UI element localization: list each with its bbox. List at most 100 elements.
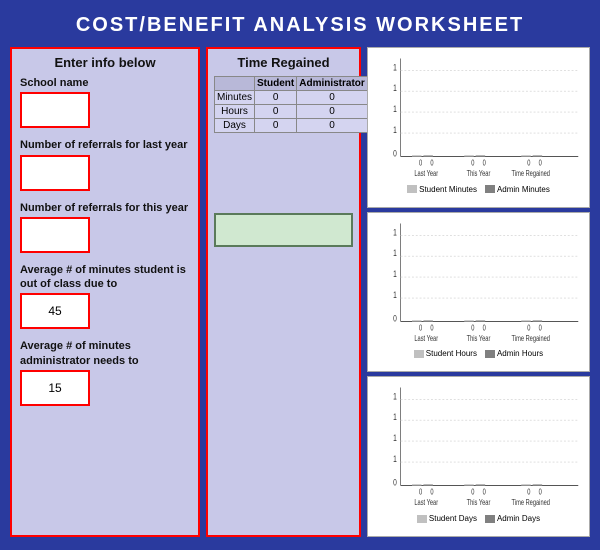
col-student: Student: [255, 77, 297, 91]
legend-student-minutes-label: Student Minutes: [419, 185, 477, 194]
legend-admin-hours: Admin Hours: [485, 349, 543, 358]
svg-text:Time Regained: Time Regained: [512, 335, 551, 343]
svg-text:0: 0: [471, 489, 474, 497]
svg-text:0: 0: [430, 489, 433, 497]
svg-text:0: 0: [430, 325, 433, 333]
legend-admin-minutes: Admin Minutes: [485, 185, 550, 194]
svg-text:0: 0: [483, 160, 486, 168]
avg-minutes-admin-label: Average # of minutes administrator needs…: [20, 339, 190, 368]
legend-student-minutes: Student Minutes: [407, 185, 477, 194]
svg-text:1: 1: [393, 392, 397, 402]
svg-text:Time Regained: Time Regained: [512, 500, 551, 508]
main-container: Enter info below School name Number of r…: [10, 47, 590, 537]
svg-text:Time Regained: Time Regained: [512, 170, 551, 178]
svg-text:1: 1: [393, 269, 397, 279]
referrals-this-label: Number of referrals for this year: [20, 201, 190, 215]
middle-panel: Time Regained Student Administrator Minu…: [206, 47, 361, 537]
svg-text:1: 1: [393, 290, 397, 300]
table-row: Hours 0 0: [215, 105, 368, 119]
svg-text:0: 0: [393, 478, 397, 488]
legend-student-days: Student Days: [417, 514, 477, 523]
svg-text:0: 0: [527, 489, 530, 497]
school-name-row: School name: [20, 76, 190, 128]
time-table: Student Administrator Minutes 0 0 Hours …: [214, 76, 368, 133]
referrals-last-input[interactable]: [20, 155, 90, 191]
referrals-this-input[interactable]: [20, 217, 90, 253]
minutes-chart-box: 1 1 1 1 0: [367, 47, 590, 208]
col-blank: [215, 77, 255, 91]
svg-text:0: 0: [471, 160, 474, 168]
svg-text:1: 1: [393, 125, 397, 135]
svg-text:1: 1: [393, 104, 397, 114]
table-row: Minutes 0 0: [215, 91, 368, 105]
svg-text:1: 1: [393, 454, 397, 464]
legend-admin-hours-label: Admin Hours: [497, 349, 543, 358]
referrals-this-row: Number of referrals for this year: [20, 201, 190, 253]
row-minutes-label: Minutes: [215, 91, 255, 105]
legend-admin-days: Admin Days: [485, 514, 540, 523]
middle-panel-title: Time Regained: [214, 55, 353, 70]
svg-text:1: 1: [393, 433, 397, 443]
svg-text:Last Year: Last Year: [414, 170, 438, 178]
legend-student-days-box: [417, 515, 427, 523]
svg-text:0: 0: [471, 325, 474, 333]
referrals-last-label: Number of referrals for last year: [20, 138, 190, 152]
col-admin: Administrator: [297, 77, 368, 91]
svg-text:0: 0: [419, 325, 422, 333]
school-name-input[interactable]: [20, 92, 90, 128]
svg-text:0: 0: [419, 489, 422, 497]
middle-highlight-input[interactable]: [214, 213, 353, 247]
days-chart-box: 1 1 1 1 0 0 0 0: [367, 376, 590, 537]
table-row: Days 0 0: [215, 119, 368, 133]
legend-admin-days-label: Admin Days: [497, 514, 540, 523]
row-hours-student: 0: [255, 105, 297, 119]
svg-text:0: 0: [527, 325, 530, 333]
hours-chart-box: 1 1 1 1 0 0 0 0: [367, 212, 590, 373]
avg-minutes-student-row: Average # of minutes student is out of c…: [20, 263, 190, 330]
left-panel-title: Enter info below: [20, 55, 190, 70]
days-chart-area: 1 1 1 1 0 0 0 0: [374, 381, 583, 512]
hours-chart-area: 1 1 1 1 0 0 0 0: [374, 217, 583, 348]
legend-student-hours: Student Hours: [414, 349, 477, 358]
row-minutes-admin: 0: [297, 91, 368, 105]
legend-admin-minutes-box: [485, 185, 495, 193]
minutes-chart-legend: Student Minutes Admin Minutes: [374, 185, 583, 194]
svg-text:Last Year: Last Year: [414, 335, 438, 343]
avg-minutes-student-label: Average # of minutes student is out of c…: [20, 263, 190, 292]
avg-minutes-student-input[interactable]: [20, 293, 90, 329]
page-title: COST/BENEFIT ANALYSIS WORKSHEET: [0, 0, 600, 47]
row-days-label: Days: [215, 119, 255, 133]
right-panel: 1 1 1 1 0: [367, 47, 590, 537]
legend-student-days-label: Student Days: [429, 514, 477, 523]
svg-text:0: 0: [430, 160, 433, 168]
svg-text:0: 0: [527, 160, 530, 168]
svg-text:0: 0: [419, 160, 422, 168]
svg-text:1: 1: [393, 62, 397, 72]
svg-text:0: 0: [393, 149, 397, 159]
svg-text:0: 0: [483, 325, 486, 333]
legend-admin-minutes-label: Admin Minutes: [497, 185, 550, 194]
legend-student-hours-label: Student Hours: [426, 349, 477, 358]
row-minutes-student: 0: [255, 91, 297, 105]
svg-text:0: 0: [539, 325, 542, 333]
svg-text:This Year: This Year: [467, 500, 491, 508]
row-days-admin: 0: [297, 119, 368, 133]
minutes-chart-svg: 1 1 1 1 0: [374, 52, 583, 183]
svg-text:1: 1: [393, 227, 397, 237]
legend-admin-hours-box: [485, 350, 495, 358]
svg-text:1: 1: [393, 413, 397, 423]
days-chart-legend: Student Days Admin Days: [374, 514, 583, 523]
legend-student-minutes-box: [407, 185, 417, 193]
hours-chart-svg: 1 1 1 1 0 0 0 0: [374, 217, 583, 348]
svg-text:1: 1: [393, 248, 397, 258]
avg-minutes-admin-row: Average # of minutes administrator needs…: [20, 339, 190, 406]
avg-minutes-admin-input[interactable]: [20, 370, 90, 406]
svg-text:0: 0: [539, 160, 542, 168]
svg-text:This Year: This Year: [467, 335, 491, 343]
row-hours-admin: 0: [297, 105, 368, 119]
svg-text:0: 0: [393, 313, 397, 323]
hours-chart-legend: Student Hours Admin Hours: [374, 349, 583, 358]
left-panel: Enter info below School name Number of r…: [10, 47, 200, 537]
referrals-last-row: Number of referrals for last year: [20, 138, 190, 190]
legend-admin-days-box: [485, 515, 495, 523]
